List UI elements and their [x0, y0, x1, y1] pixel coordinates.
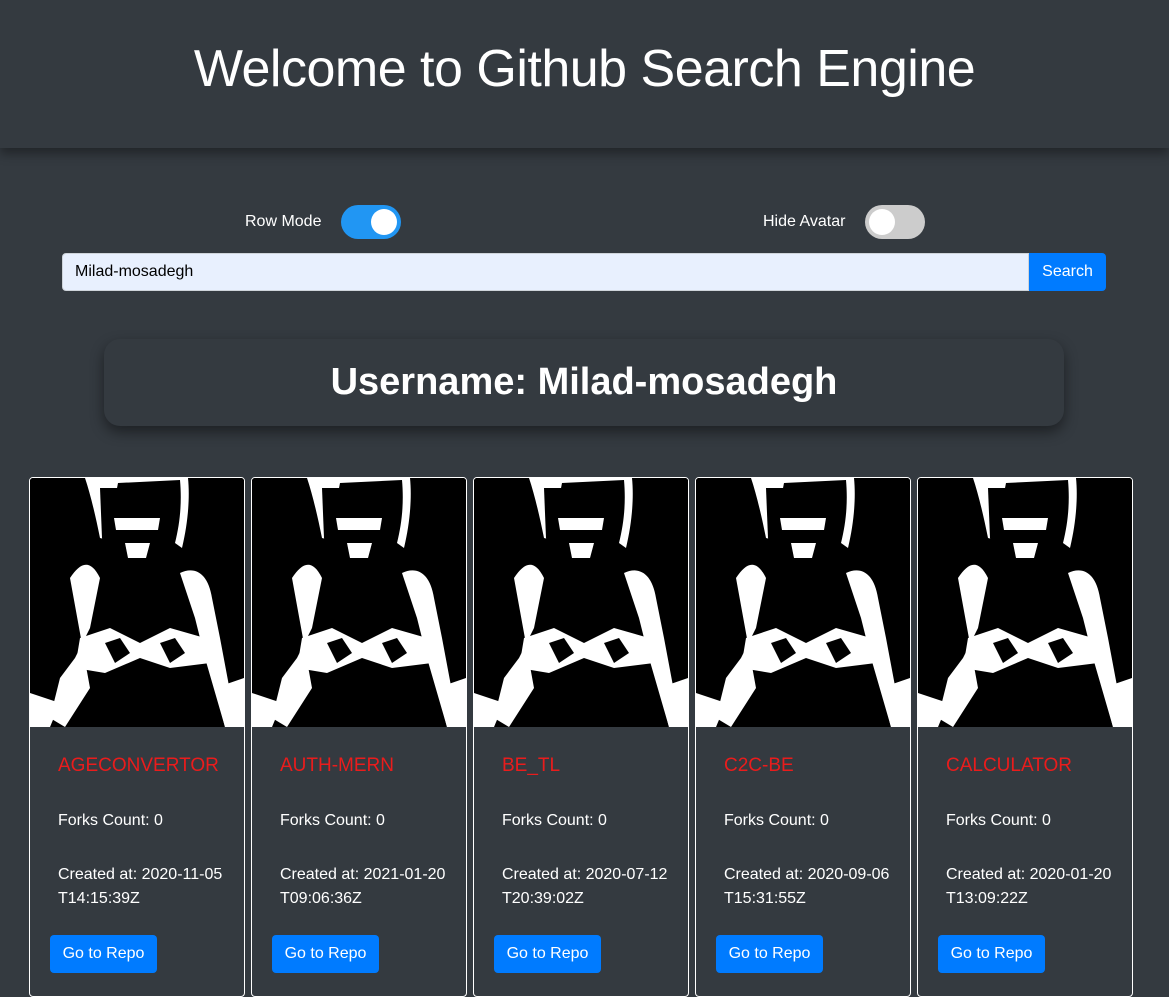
page-title: Welcome to Github Search Engine [193, 40, 976, 98]
row-mode-label: Row Mode [245, 213, 322, 230]
switch-knob [371, 209, 398, 235]
go-to-repo-button[interactable]: Go to Repo [494, 935, 601, 973]
repo-name: AUTH-MERN [280, 755, 394, 776]
username-text: Username: Milad-mosadegh [330, 361, 838, 403]
row-mode-toggle-group: Row Mode [245, 205, 402, 239]
hide-avatar-switch[interactable] [865, 205, 926, 239]
repo-forks-count: Forks Count: 0 [280, 812, 385, 829]
switch-knob [869, 209, 896, 235]
repo-forks-count: Forks Count: 0 [724, 812, 829, 829]
go-to-repo-button[interactable]: Go to Repo [50, 935, 157, 973]
repo-card-body: C2C-BE Forks Count: 0 Created at: 2020-0… [696, 727, 910, 911]
repo-card-body: BE_TL Forks Count: 0 Created at: 2020-07… [474, 727, 688, 911]
repo-name: AGECONVERTOR [58, 755, 219, 776]
repo-created-at: Created at: 2021-01-20T09:06:36Z [280, 866, 446, 907]
search-input[interactable] [62, 253, 1029, 291]
username-banner: Username: Milad-mosadegh [104, 339, 1064, 426]
search-button[interactable]: Search [1029, 253, 1106, 291]
repo-card-body: AUTH-MERN Forks Count: 0 Created at: 202… [252, 727, 466, 911]
repo-created-at: Created at: 2020-01-20T13:09:22Z [946, 866, 1112, 907]
repo-created-at: Created at: 2020-11-05T14:15:39Z [58, 866, 223, 907]
user-avatar [474, 478, 688, 727]
repo-card: AGECONVERTOR Forks Count: 0 Created at: … [29, 477, 245, 997]
repo-name: CALCULATOR [946, 755, 1072, 776]
repo-created-at: Created at: 2020-07-12T20:39:02Z [502, 866, 668, 907]
repo-card: CALCULATOR Forks Count: 0 Created at: 20… [917, 477, 1133, 997]
page-body: Row Mode Hide Avatar Search Username: Mi… [0, 148, 1169, 997]
user-avatar [696, 478, 910, 727]
user-avatar [918, 478, 1132, 727]
repo-card-list: AGECONVERTOR Forks Count: 0 Created at: … [29, 477, 1139, 997]
repo-name: C2C-BE [724, 755, 794, 776]
user-avatar [252, 478, 466, 727]
search-bar: Search [62, 253, 1106, 291]
hide-avatar-toggle-group: Hide Avatar [763, 205, 926, 239]
repo-name: BE_TL [502, 755, 561, 776]
repo-card-body: AGECONVERTOR Forks Count: 0 Created at: … [30, 727, 244, 911]
repo-card: C2C-BE Forks Count: 0 Created at: 2020-0… [695, 477, 911, 997]
row-mode-switch[interactable] [341, 205, 402, 239]
repo-card: BE_TL Forks Count: 0 Created at: 2020-07… [473, 477, 689, 997]
repo-card-body: CALCULATOR Forks Count: 0 Created at: 20… [918, 727, 1132, 911]
go-to-repo-button[interactable]: Go to Repo [938, 935, 1045, 973]
go-to-repo-button[interactable]: Go to Repo [272, 935, 379, 973]
repo-forks-count: Forks Count: 0 [946, 812, 1051, 829]
repo-created-at: Created at: 2020-09-06T15:31:55Z [724, 866, 890, 907]
user-avatar [30, 478, 244, 727]
repo-forks-count: Forks Count: 0 [502, 812, 607, 829]
repo-forks-count: Forks Count: 0 [58, 812, 163, 829]
hide-avatar-label: Hide Avatar [763, 213, 846, 230]
page-header: Welcome to Github Search Engine [0, 0, 1169, 148]
go-to-repo-button[interactable]: Go to Repo [716, 935, 823, 973]
repo-card: AUTH-MERN Forks Count: 0 Created at: 202… [251, 477, 467, 997]
